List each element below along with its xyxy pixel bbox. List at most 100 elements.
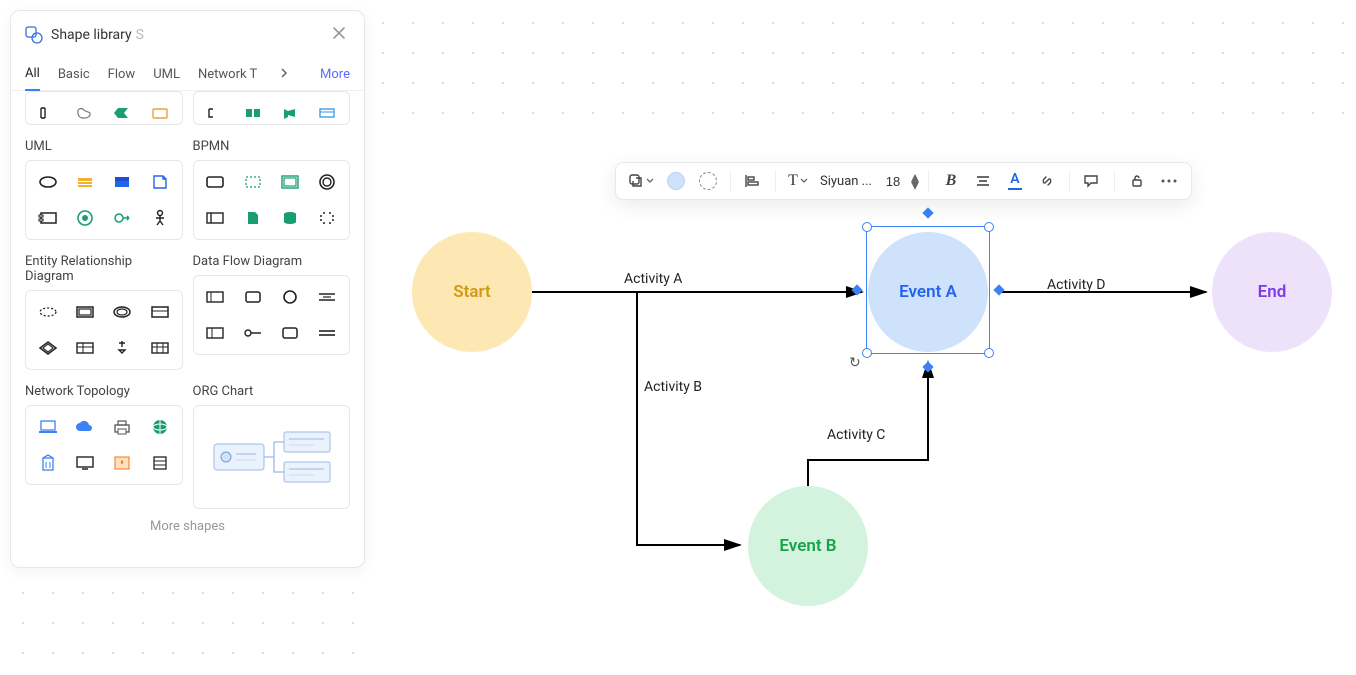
text-align-icon bbox=[975, 174, 991, 188]
shape-net-laptop[interactable] bbox=[30, 410, 65, 444]
org-chart-icon bbox=[206, 422, 336, 492]
shape-dfd-datastore-open[interactable] bbox=[310, 280, 345, 314]
shape-dfd-datastore[interactable] bbox=[198, 316, 233, 350]
canvas-sheet[interactable] bbox=[375, 120, 1356, 675]
shape-net-printer[interactable] bbox=[105, 410, 140, 444]
font-size-decrease[interactable]: ▾ bbox=[910, 181, 920, 189]
shape-dfd-entity[interactable] bbox=[272, 316, 307, 350]
resize-handle-sw[interactable] bbox=[862, 348, 872, 358]
edge-label-activity-d[interactable]: Activity D bbox=[1047, 277, 1106, 293]
shape-grid-dfd bbox=[193, 275, 351, 355]
font-size-input[interactable] bbox=[880, 174, 906, 189]
shape-net-cloud[interactable] bbox=[67, 410, 102, 444]
panel-close-button[interactable] bbox=[328, 21, 350, 48]
shape-grid-bpmn bbox=[193, 160, 351, 240]
shape-style-button[interactable] bbox=[624, 167, 658, 195]
more-shapes-button[interactable]: More shapes bbox=[25, 509, 350, 534]
node-start[interactable]: Start bbox=[412, 232, 532, 352]
text-color-icon: A bbox=[1008, 172, 1021, 189]
more-icon bbox=[1161, 179, 1177, 183]
shape-erd-entity-weak[interactable] bbox=[30, 295, 65, 329]
align-objects-icon bbox=[744, 173, 762, 189]
border-style-button[interactable] bbox=[694, 167, 722, 195]
selection-box[interactable]: ↻ bbox=[866, 226, 990, 354]
shape-bpmn-task[interactable] bbox=[198, 165, 233, 199]
edge-label-activity-c[interactable]: Activity C bbox=[827, 427, 885, 443]
shape-bpmn-subprocess[interactable] bbox=[235, 165, 270, 199]
shape-dfd-process-rect[interactable] bbox=[235, 280, 270, 314]
bold-button[interactable]: B bbox=[937, 167, 965, 195]
shape-bpmn-pool[interactable] bbox=[198, 201, 233, 235]
text-tool-icon: T bbox=[788, 172, 798, 190]
text-tool-button[interactable]: T bbox=[784, 167, 812, 195]
font-family-button[interactable]: Siyuan ... bbox=[816, 167, 876, 195]
more-options-button[interactable] bbox=[1155, 167, 1183, 195]
shape-erd-attribute-multi[interactable] bbox=[105, 295, 140, 329]
tab-uml[interactable]: UML bbox=[153, 59, 180, 90]
shape-bpmn-event[interactable] bbox=[310, 165, 345, 199]
shape-dfd-store-parallel[interactable] bbox=[310, 316, 345, 350]
shape-bpmn-data-object[interactable] bbox=[235, 201, 270, 235]
shape-uml-class[interactable] bbox=[67, 165, 102, 199]
node-end[interactable]: End bbox=[1212, 232, 1332, 352]
shape-uml-port[interactable] bbox=[105, 201, 140, 235]
shape-net-globe[interactable] bbox=[142, 410, 177, 444]
resize-handle-se[interactable] bbox=[984, 348, 994, 358]
shape-erd-key[interactable] bbox=[105, 331, 140, 365]
tab-network-topology[interactable]: Network T bbox=[198, 59, 257, 90]
tabs-scroll-right[interactable] bbox=[275, 63, 293, 86]
link-button[interactable] bbox=[1033, 167, 1061, 195]
resize-handle-nw[interactable] bbox=[862, 222, 872, 232]
text-align-button[interactable] bbox=[969, 167, 997, 195]
shape-bpmn-transaction[interactable] bbox=[272, 165, 307, 199]
section-title-network: Network Topology bbox=[25, 384, 183, 399]
shape-uml-actor[interactable] bbox=[142, 201, 177, 235]
shape-uml-usecase[interactable] bbox=[30, 165, 65, 199]
shape-erd-relationship[interactable] bbox=[30, 331, 65, 365]
node-event-b[interactable]: Event B bbox=[748, 486, 868, 606]
shape-net-monitor[interactable] bbox=[67, 446, 102, 480]
comment-button[interactable] bbox=[1078, 167, 1106, 195]
shape-bpmn-group[interactable] bbox=[310, 201, 345, 235]
shape-uml-component[interactable] bbox=[30, 201, 65, 235]
shape-net-building[interactable] bbox=[30, 446, 65, 480]
align-objects-button[interactable] bbox=[739, 167, 767, 195]
shape-net-server[interactable] bbox=[142, 446, 177, 480]
tab-all[interactable]: All bbox=[25, 58, 40, 91]
bold-icon: B bbox=[946, 172, 957, 190]
tabs-more-button[interactable]: More bbox=[320, 59, 350, 90]
shape-dfd-process-circle[interactable] bbox=[272, 280, 307, 314]
shape-library-icon bbox=[25, 26, 43, 44]
chevron-right-icon bbox=[279, 68, 289, 78]
selection-toolbar: T Siyuan ... ▴ ▾ B A bbox=[615, 162, 1192, 200]
rotate-handle[interactable]: ↻ bbox=[849, 355, 861, 371]
shape-dfd-flow[interactable] bbox=[235, 316, 270, 350]
fill-color-button[interactable] bbox=[662, 167, 690, 195]
shape-grid-uml bbox=[25, 160, 183, 240]
shape-bpmn-data-store[interactable] bbox=[272, 201, 307, 235]
section-title-bpmn: BPMN bbox=[193, 139, 351, 154]
shape-grid-erd bbox=[25, 290, 183, 370]
shape-dfd-external[interactable] bbox=[198, 280, 233, 314]
shape-uml-interface[interactable] bbox=[67, 201, 102, 235]
edge-label-activity-b[interactable]: Activity B bbox=[644, 379, 702, 395]
shape-net-firewall[interactable] bbox=[105, 446, 140, 480]
panel-tabs: All Basic Flow UML Network T More bbox=[11, 58, 364, 91]
resize-handle-ne[interactable] bbox=[984, 222, 994, 232]
shape-grid-network bbox=[25, 405, 183, 485]
border-style-icon bbox=[699, 172, 717, 190]
lock-button[interactable] bbox=[1123, 167, 1151, 195]
shape-erd-table[interactable] bbox=[67, 331, 102, 365]
shape-uml-note[interactable] bbox=[142, 165, 177, 199]
text-color-button[interactable]: A bbox=[1001, 167, 1029, 195]
shape-erd-entity-strong[interactable] bbox=[67, 295, 102, 329]
panel-header: Shape libraryS bbox=[11, 11, 364, 58]
shape-org-chart-preview[interactable] bbox=[193, 405, 351, 509]
shape-uml-object[interactable] bbox=[105, 165, 140, 199]
edge-label-activity-a[interactable]: Activity A bbox=[624, 271, 682, 287]
tab-basic[interactable]: Basic bbox=[58, 59, 90, 90]
shape-erd-entity[interactable] bbox=[142, 295, 177, 329]
shape-erd-grid[interactable] bbox=[142, 331, 177, 365]
tab-flow[interactable]: Flow bbox=[108, 59, 136, 90]
chevron-down-icon bbox=[646, 177, 654, 185]
